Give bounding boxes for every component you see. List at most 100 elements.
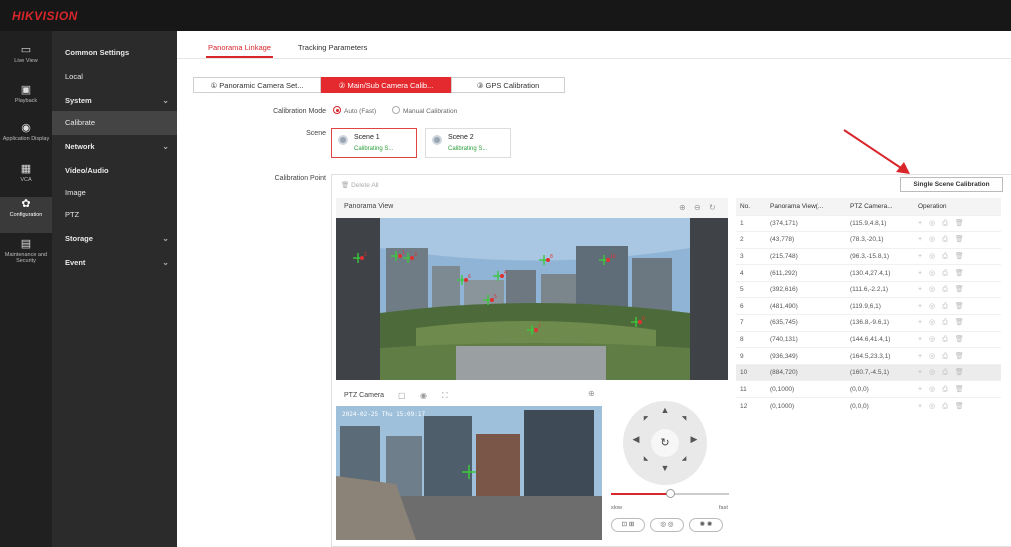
save-icon[interactable]: ⎙ [942, 369, 955, 376]
refresh-icon[interactable]: ↻ [709, 203, 716, 212]
add-point-icon[interactable]: + [918, 220, 929, 227]
ptz-left-icon[interactable]: ◀ [630, 433, 642, 445]
zoom-in-icon[interactable]: ⊕ [588, 389, 595, 398]
add-point-icon[interactable]: + [918, 286, 929, 293]
menu-storage[interactable]: Storage ⌄ [52, 227, 177, 251]
add-point-icon[interactable]: + [918, 236, 929, 243]
focus-buttons[interactable]: ◎ ◎ [650, 518, 684, 532]
locate-icon[interactable]: ◎ [929, 353, 942, 360]
save-icon[interactable]: ⎙ [942, 319, 955, 326]
record-icon[interactable]: ◉ [420, 391, 427, 400]
ptz-down-right-icon[interactable]: ◢ [678, 453, 690, 465]
menu-event[interactable]: Event ⌄ [52, 251, 177, 275]
step-panoramic-camera[interactable]: ① Panoramic Camera Set... [193, 77, 321, 93]
single-scene-calibration-button[interactable]: Single Scene Calibration [900, 177, 1003, 192]
delete-icon[interactable]: 🗑︎ [955, 286, 971, 293]
add-point-icon[interactable]: + [918, 403, 929, 410]
save-icon[interactable]: ⎙ [942, 236, 955, 243]
table-row[interactable]: 7 (635,745) (136.8,-9.6,1) +◎⎙🗑︎ [736, 314, 1001, 332]
ptz-down-left-icon[interactable]: ◣ [640, 453, 652, 465]
panorama-image[interactable]: 1 2 3 4 5 6 7 8 9 10 [336, 218, 728, 380]
nav-maintenance[interactable]: ▤ Maintenance and Security [0, 237, 52, 273]
menu-image[interactable]: Image [52, 181, 177, 205]
table-row[interactable]: 9 (936,349) (164.5,23.3,1) +◎⎙🗑︎ [736, 347, 1001, 365]
radio-manual-calibration[interactable]: Manual Calibration [392, 106, 457, 117]
save-icon[interactable]: ⎙ [942, 403, 955, 410]
table-row[interactable]: 5 (392,616) (111.6,-2.2,1) +◎⎙🗑︎ [736, 280, 1001, 298]
fullscreen-icon[interactable]: ⛶ [442, 391, 448, 401]
locate-icon[interactable]: ◎ [929, 270, 942, 277]
menu-common-settings[interactable]: Common Settings [52, 41, 177, 65]
zoom-out-icon[interactable]: ⊖ [694, 203, 701, 212]
table-row[interactable]: 3 (215,748) (96.3,-15.8,1) +◎⎙🗑︎ [736, 247, 1001, 265]
nav-configuration[interactable]: ✿ Configuration [0, 197, 52, 233]
delete-icon[interactable]: 🗑︎ [955, 220, 971, 227]
tab-tracking-parameters[interactable]: Tracking Parameters [298, 43, 367, 52]
ptz-up-right-icon[interactable]: ◥ [678, 413, 690, 425]
add-point-icon[interactable]: + [918, 336, 929, 343]
menu-network[interactable]: Network ⌄ [52, 135, 177, 159]
step-main-sub-camera[interactable]: ② Main/Sub Camera Calib... [321, 77, 451, 93]
table-row[interactable]: 2 (43,778) (78.3,-20,1) +◎⎙🗑︎ [736, 231, 1001, 249]
ptz-camera-image[interactable]: 2024-02-25 Thu 15:09:17 [336, 406, 602, 540]
locate-icon[interactable]: ◎ [929, 336, 942, 343]
table-row[interactable]: 1 (374,171) (115.9,4.8,1) +◎⎙🗑︎ [736, 214, 1001, 232]
delete-icon[interactable]: 🗑︎ [955, 336, 971, 343]
add-point-icon[interactable]: + [918, 270, 929, 277]
add-point-icon[interactable]: + [918, 369, 929, 376]
delete-icon[interactable]: 🗑︎ [955, 270, 971, 277]
snapshot-icon[interactable]: ▢ [398, 391, 406, 400]
nav-playback[interactable]: ▣ Playback [0, 83, 52, 119]
delete-icon[interactable]: 🗑︎ [955, 353, 971, 360]
ptz-speed-knob[interactable] [665, 489, 675, 498]
delete-icon[interactable]: 🗑︎ [955, 236, 971, 243]
menu-calibrate[interactable]: Calibrate [52, 111, 177, 135]
locate-icon[interactable]: ◎ [929, 303, 942, 310]
locate-icon[interactable]: ◎ [929, 369, 942, 376]
save-icon[interactable]: ⎙ [942, 286, 955, 293]
nav-live-view[interactable]: ▭ Live View [0, 43, 52, 79]
save-icon[interactable]: ⎙ [942, 303, 955, 310]
save-icon[interactable]: ⎙ [942, 353, 955, 360]
add-point-icon[interactable]: + [918, 386, 929, 393]
nav-vca[interactable]: ▦ VCA [0, 162, 52, 198]
delete-icon[interactable]: 🗑︎ [955, 403, 971, 410]
save-icon[interactable]: ⎙ [942, 220, 955, 227]
nav-application-display[interactable]: ◉ Application Display [0, 121, 52, 157]
save-icon[interactable]: ⎙ [942, 270, 955, 277]
table-row[interactable]: 6 (481,490) (119.9,6,1) +◎⎙🗑︎ [736, 297, 1001, 315]
locate-icon[interactable]: ◎ [929, 253, 942, 260]
locate-icon[interactable]: ◎ [929, 236, 942, 243]
table-row[interactable]: 11 (0,1000) (0,0,0) +◎⎙🗑︎ [736, 380, 1001, 398]
auto-scan-icon[interactable]: ↻ [651, 429, 679, 457]
delete-icon[interactable]: 🗑︎ [955, 253, 971, 260]
table-row[interactable]: 12 (0,1000) (0,0,0) +◎⎙🗑︎ [736, 397, 1001, 415]
ptz-up-icon[interactable]: ▲ [659, 404, 671, 416]
delete-icon[interactable]: 🗑︎ [955, 319, 971, 326]
add-point-icon[interactable]: + [918, 353, 929, 360]
table-row[interactable]: 8 (740,131) (144.6,41.4,1) +◎⎙🗑︎ [736, 330, 1001, 348]
ptz-up-left-icon[interactable]: ◤ [640, 413, 652, 425]
save-icon[interactable]: ⎙ [942, 386, 955, 393]
add-point-icon[interactable]: + [918, 319, 929, 326]
table-row[interactable]: 4 (611,292) (130.4,27.4,1) +◎⎙🗑︎ [736, 264, 1001, 282]
add-point-icon[interactable]: + [918, 253, 929, 260]
ptz-down-icon[interactable]: ▼ [659, 462, 671, 474]
menu-video-audio[interactable]: Video/Audio [52, 159, 177, 183]
delete-all-button[interactable]: 🗑︎ Delete All [341, 181, 379, 189]
save-icon[interactable]: ⎙ [942, 336, 955, 343]
table-row[interactable]: 10 (884,720) (160.7,-4.5,1) +◎⎙🗑︎ [736, 363, 1001, 381]
add-point-icon[interactable]: + [918, 303, 929, 310]
locate-icon[interactable]: ◎ [929, 220, 942, 227]
locate-icon[interactable]: ◎ [929, 403, 942, 410]
scene-card-1[interactable]: Scene 1 Calibrating S... [331, 128, 417, 158]
radio-auto-fast[interactable]: Auto (Fast) [333, 106, 376, 117]
ptz-right-icon[interactable]: ▶ [688, 433, 700, 445]
locate-icon[interactable]: ◎ [929, 286, 942, 293]
delete-icon[interactable]: 🗑︎ [955, 386, 971, 393]
locate-icon[interactable]: ◎ [929, 319, 942, 326]
menu-local[interactable]: Local [52, 65, 177, 89]
step-gps-calibration[interactable]: ③ GPS Calibration [451, 77, 565, 93]
zoom-in-icon[interactable]: ⊕ [679, 203, 686, 212]
delete-icon[interactable]: 🗑︎ [955, 303, 971, 310]
